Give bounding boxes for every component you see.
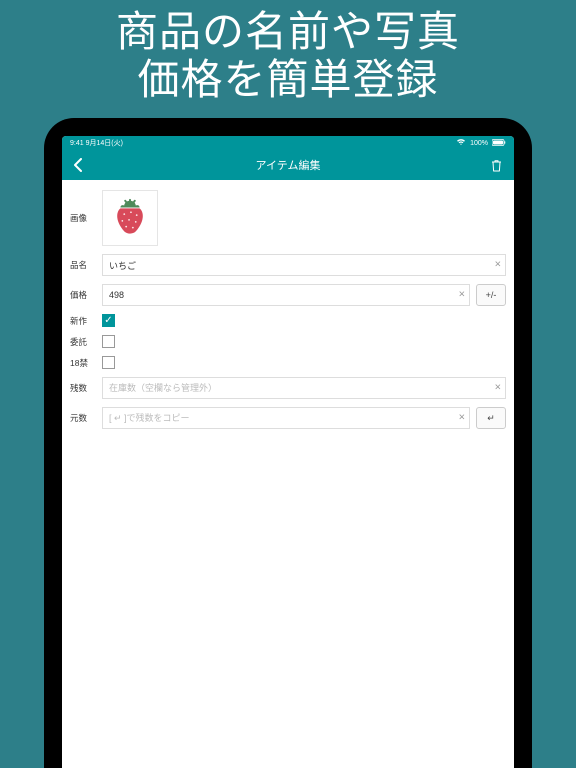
plus-minus-button[interactable]: +/- bbox=[476, 284, 506, 306]
row-stock: 残数 × bbox=[62, 373, 514, 403]
label-new: 新作 bbox=[70, 315, 96, 327]
clear-original-button[interactable]: × bbox=[459, 413, 465, 424]
row-new: 新作 ✓ bbox=[62, 310, 514, 331]
back-button[interactable] bbox=[62, 158, 92, 172]
row-image: 画像 bbox=[62, 180, 514, 250]
row-name: 品名 × bbox=[62, 250, 514, 280]
delete-button[interactable] bbox=[486, 159, 506, 172]
screen: 9:41 9月14日(火) 100% アイテム編集 画像 bbox=[62, 136, 514, 768]
clear-price-button[interactable]: × bbox=[459, 290, 465, 301]
wifi-icon bbox=[456, 138, 466, 148]
strawberry-icon bbox=[107, 195, 153, 241]
status-battery: 100% bbox=[470, 140, 488, 147]
row-price: 価格 × +/- bbox=[62, 280, 514, 310]
name-input[interactable] bbox=[102, 254, 506, 276]
r18-checkbox[interactable] bbox=[102, 356, 115, 369]
label-name: 品名 bbox=[70, 259, 96, 271]
ipad-frame: 9:41 9月14日(火) 100% アイテム編集 画像 bbox=[44, 118, 532, 768]
stock-input[interactable] bbox=[102, 377, 506, 399]
status-time: 9:41 9月14日(火) bbox=[70, 138, 123, 148]
label-stock: 残数 bbox=[70, 382, 96, 394]
copy-stock-button[interactable]: ↵ bbox=[476, 407, 506, 429]
label-image: 画像 bbox=[70, 212, 96, 224]
clear-stock-button[interactable]: × bbox=[495, 383, 501, 394]
nav-bar: アイテム編集 bbox=[62, 150, 514, 180]
battery-icon bbox=[492, 139, 506, 148]
consign-checkbox[interactable] bbox=[102, 335, 115, 348]
label-consign: 委託 bbox=[70, 336, 96, 348]
hero-line-1: 商品の名前や写真 bbox=[0, 8, 576, 56]
row-consign: 委託 bbox=[62, 331, 514, 352]
hero-line-2: 価格を簡単登録 bbox=[0, 56, 576, 104]
hero-caption: 商品の名前や写真 価格を簡単登録 bbox=[0, 0, 576, 117]
status-bar: 9:41 9月14日(火) 100% bbox=[62, 136, 514, 150]
label-r18: 18禁 bbox=[70, 357, 96, 369]
label-original: 元数 bbox=[70, 412, 96, 424]
original-input[interactable] bbox=[102, 407, 470, 429]
row-original: 元数 × ↵ bbox=[62, 403, 514, 433]
form-content: 画像 品名 × bbox=[62, 180, 514, 768]
image-picker[interactable] bbox=[102, 190, 158, 246]
row-r18: 18禁 bbox=[62, 352, 514, 373]
clear-name-button[interactable]: × bbox=[495, 260, 501, 271]
page-title: アイテム編集 bbox=[62, 157, 514, 173]
price-input[interactable] bbox=[102, 284, 470, 306]
label-price: 価格 bbox=[70, 289, 96, 301]
new-checkbox[interactable]: ✓ bbox=[102, 314, 115, 327]
